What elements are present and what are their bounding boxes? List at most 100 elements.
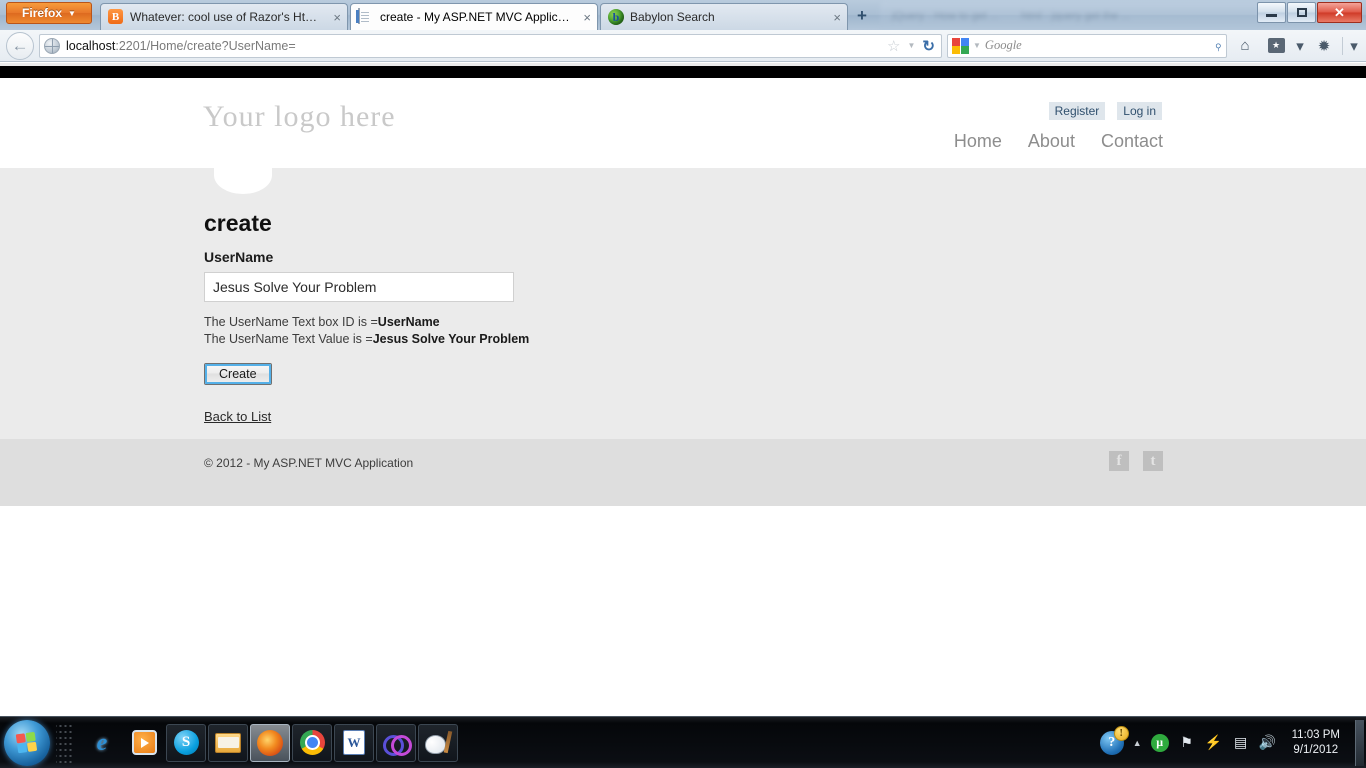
chevron-down-icon[interactable]: ▼ [908,41,916,50]
echo-line-id: The UserName Text box ID is =UserName [204,315,1163,329]
show-hidden-icons-button[interactable]: ▲ [1133,738,1142,748]
browser-tab-babylon[interactable]: b Babylon Search × [600,3,848,30]
taskbar-item-google-chrome[interactable] [292,723,332,762]
clock[interactable]: 11:03 PM 9/1/2012 [1286,728,1346,758]
warning-badge: ! [1113,725,1129,741]
taskbar-item-skype[interactable]: S [166,723,206,762]
close-window-button[interactable]: ✕ [1317,2,1362,23]
toolbar-divider [1342,36,1343,55]
username-field-label: UserName [204,249,274,265]
address-bar-icons: ☆ ▼ ↻ [887,37,937,55]
twitter-icon[interactable]: t [1143,451,1163,471]
bookmarks-button[interactable]: ★ [1263,34,1289,58]
volume-icon[interactable]: 🔊 [1259,734,1277,752]
login-link[interactable]: Log in [1117,102,1162,120]
web-page-viewport: Your logo here Register Log in Home Abou… [0,63,1366,716]
close-icon[interactable]: × [831,11,841,24]
skype-icon: S [173,730,199,755]
taskbar-item-firefox[interactable] [250,723,290,762]
chrome-icon [299,730,325,755]
copyright-text: © 2012 - My ASP.NET MVC Application [204,456,414,470]
google-icon [952,37,969,54]
document-icon [358,8,374,25]
obscured-background-tabs: jQuery - How to get ... html - jquery ge… [880,2,1260,29]
taskbar-item-microsoft-word[interactable]: W [334,723,374,762]
facebook-icon[interactable]: f [1109,451,1129,471]
site-logo[interactable]: Your logo here [203,100,396,134]
power-icon[interactable]: ⚡ [1205,734,1223,752]
taskbar-item-paint-app[interactable] [418,723,458,762]
windows-logo-icon [15,731,39,754]
maximize-button[interactable] [1287,2,1316,23]
back-to-list-link[interactable]: Back to List [204,409,271,424]
addon-icon[interactable]: ✹ [1311,34,1337,58]
folder-icon [215,732,241,753]
blogger-icon: B [108,9,124,25]
page-title: create [204,210,272,236]
chevron-down-icon[interactable]: ▾ [1294,34,1306,58]
taskbar-item-windows-media-player[interactable] [124,724,164,762]
url-path: :2201/Home/create?UserName= [115,38,296,53]
ghost-tab-label: html - jquery get the ... [1020,9,1131,22]
create-button[interactable]: Create [204,363,272,385]
taskbar-grip[interactable] [56,722,72,763]
flag-icon[interactable]: ⚑ [1178,734,1196,752]
nav-item-about[interactable]: About [1028,131,1075,152]
loop-icon [383,734,412,756]
auth-links: Register Log in [1048,102,1162,120]
url-text: localhost:2201/Home/create?UserName= [66,39,881,53]
site-header: Your logo here Register Log in Home Abou… [0,78,1366,194]
ghost-tab-label: jQuery - How to get ... [892,9,999,22]
firefox-menu-button[interactable]: Firefox ▼ [6,2,92,24]
echo-prefix: The UserName Text box ID is = [204,315,378,329]
new-tab-button[interactable]: + [850,5,874,27]
internet-explorer-icon: e [96,729,108,756]
bookmarks-icon: ★ [1267,38,1285,53]
main-navigation: Home About Contact [954,131,1163,152]
network-icon[interactable]: ▤ [1232,734,1250,752]
browser-tab-aspnet[interactable]: create - My ASP.NET MVC Application × [350,3,598,30]
browser-navigation-toolbar: ← localhost:2201/Home/create?UserName= ☆… [0,30,1366,62]
site-footer: © 2012 - My ASP.NET MVC Application f t [0,439,1366,506]
nav-item-contact[interactable]: Contact [1101,131,1163,152]
username-input[interactable] [204,272,514,302]
tab-label: Babylon Search [630,10,715,24]
close-icon[interactable]: × [331,11,341,24]
word-icon: W [343,730,365,755]
address-bar[interactable]: localhost:2201/Home/create?UserName= ☆ ▼… [39,33,942,58]
home-icon[interactable]: ⌂ [1232,34,1258,58]
echo-prefix: The UserName Text Value is = [204,332,373,346]
system-tray: ? ! ▲ μ ⚑ ⚡ ▤ 🔊 11:03 PM 9/1/2012 [1099,719,1366,766]
firefox-menu-label: Firefox [22,6,63,20]
bookmark-star-icon[interactable]: ☆ [887,37,900,55]
url-host: localhost [66,38,116,53]
register-link[interactable]: Register [1048,102,1106,120]
tab-label: create - My ASP.NET MVC Application [380,10,576,24]
show-desktop-button[interactable] [1355,719,1364,766]
page-blank-area [0,506,1366,716]
taskbar-apps: e S W [82,723,458,762]
back-button[interactable]: ← [6,31,34,60]
chevron-down-icon[interactable]: ▾ [1348,34,1360,58]
search-box[interactable]: ▼ Google ⌕ [947,33,1227,58]
action-center-icon[interactable]: ? ! [1099,725,1129,755]
search-icon[interactable]: ⌕ [1209,37,1227,55]
start-button[interactable] [4,719,50,766]
paint-palette-icon [425,731,451,755]
firefox-icon [257,729,283,756]
utorrent-icon[interactable]: μ [1150,733,1169,752]
taskbar-item-internet-explorer[interactable]: e [82,724,122,762]
chevron-down-icon[interactable]: ▼ [973,41,981,50]
nav-item-home[interactable]: Home [954,131,1002,152]
browser-tab-blogger[interactable]: B Whatever: cool use of Razor's Html.Id.… [100,3,348,30]
windows-taskbar: e S W ? ! ▲ μ ⚑ ⚡ ▤ 🔊 11:03 PM 9/1/2012 [0,716,1366,768]
echo-value: UserName [377,315,440,329]
reload-icon[interactable]: ↻ [922,37,935,55]
close-icon[interactable]: × [581,11,591,24]
search-input[interactable]: Google [985,38,1210,53]
minimize-button[interactable] [1257,2,1286,23]
taskbar-item-loop-app[interactable] [376,723,416,762]
main-content: create UserName The UserName Text box ID… [0,168,1366,439]
browser-titlebar: Firefox ▼ B Whatever: cool use of Razor'… [0,0,1366,30]
taskbar-item-windows-explorer[interactable] [208,723,248,762]
